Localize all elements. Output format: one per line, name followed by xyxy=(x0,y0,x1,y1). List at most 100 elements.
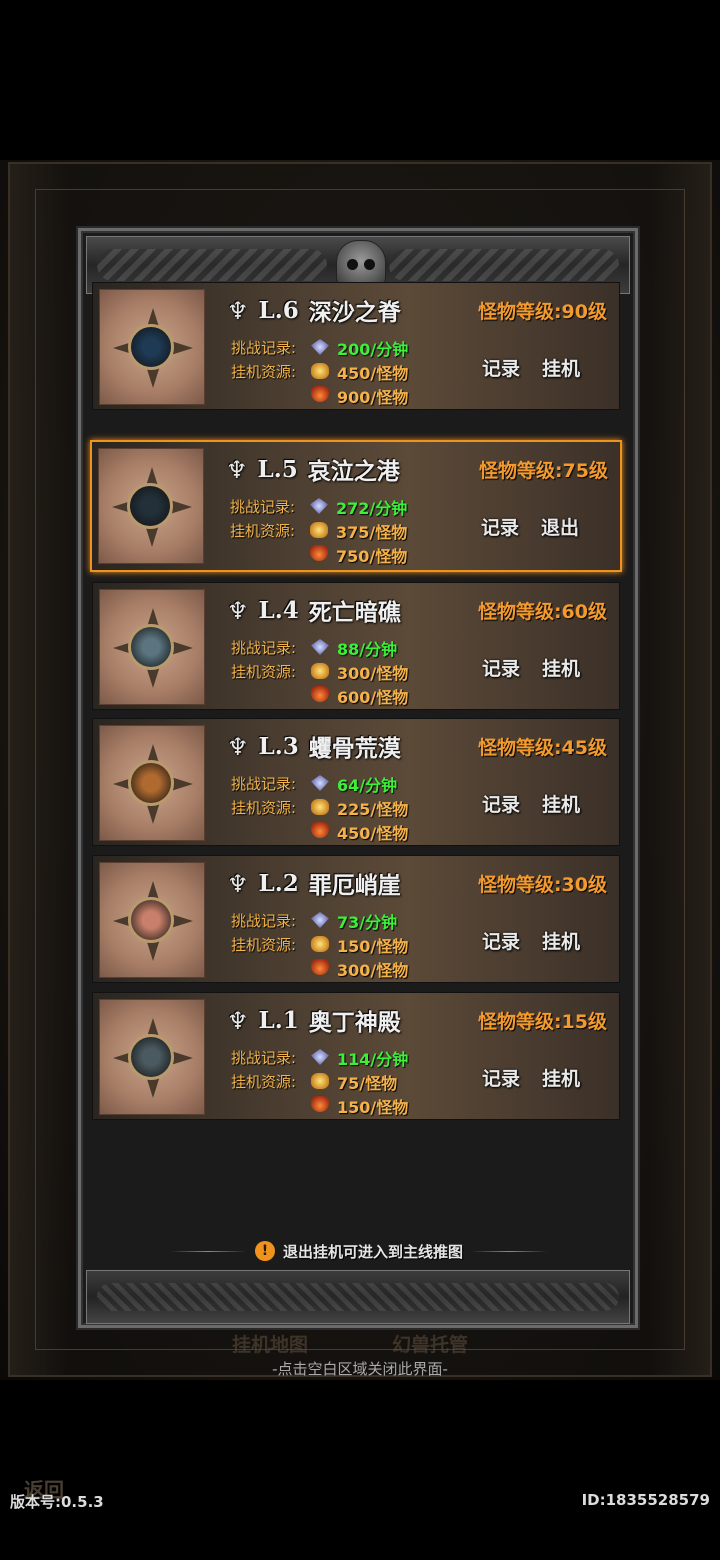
record-button[interactable]: 记录 xyxy=(473,924,529,956)
map-row: ♆ L.2 罪厄峭崖 怪物等级:30级 挑战记录: 73/分钟 挂机资源: 15… xyxy=(92,855,620,983)
map-level: L.4 xyxy=(258,596,299,624)
monster-level: 怪物等级:60级 xyxy=(477,601,607,623)
gold-rate: 150/怪物 xyxy=(337,937,409,956)
cross-icon: ♆ xyxy=(227,295,249,325)
record-button[interactable]: 记录 xyxy=(473,787,529,819)
exclamation-icon: ! xyxy=(255,1241,275,1261)
cross-icon: ♆ xyxy=(226,454,248,484)
monster-level: 怪物等级:30级 xyxy=(477,874,607,896)
map-title: ♆ L.1 奥丁神殿 xyxy=(227,1003,401,1037)
map-name: 深沙之脊 xyxy=(308,299,401,326)
item-bag-icon xyxy=(311,1096,329,1112)
crystal-icon xyxy=(311,339,329,355)
idle-resource-label: 挂机资源: xyxy=(230,522,296,540)
gold-icon xyxy=(311,363,329,379)
gold-rate: 75/怪物 xyxy=(337,1074,398,1093)
map-gem-icon xyxy=(128,1034,174,1080)
crystal-icon xyxy=(311,1049,329,1065)
cross-icon: ♆ xyxy=(227,868,249,898)
map-level: L.1 xyxy=(258,1006,299,1034)
map-title: ♆ L.5 哀泣之港 xyxy=(226,452,400,486)
crystal-icon xyxy=(311,775,329,791)
challenge-record-label: 挑战记录: xyxy=(230,498,296,516)
map-gem-icon xyxy=(128,324,174,370)
panel-footer xyxy=(86,1270,630,1324)
map-title: ♆ L.2 罪厄峭崖 xyxy=(227,866,401,900)
crystal-icon xyxy=(311,639,329,655)
map-row: ♆ L.3 蠼骨荒漠 怪物等级:45级 挑战记录: 64/分钟 挂机资源: 22… xyxy=(92,718,620,846)
idle-resource-label: 挂机资源: xyxy=(231,663,297,681)
challenge-record-label: 挑战记录: xyxy=(231,1049,297,1067)
map-row: ♆ L.1 奥丁神殿 怪物等级:15级 挑战记录: 114/分钟 挂机资源: 7… xyxy=(92,992,620,1120)
idle-button[interactable]: 挂机 xyxy=(533,924,589,956)
map-name: 蠼骨荒漠 xyxy=(308,735,401,762)
map-thumbnail xyxy=(99,289,205,405)
map-name: 罪厄峭崖 xyxy=(308,872,401,899)
map-gem-icon xyxy=(128,624,174,670)
map-name: 奥丁神殿 xyxy=(308,1009,401,1036)
map-gem-icon xyxy=(128,760,174,806)
challenge-record-label: 挑战记录: xyxy=(231,912,297,930)
record-button[interactable]: 记录 xyxy=(473,1061,529,1093)
hint-bar: ! 退出挂机可进入到主线推图 xyxy=(170,1238,549,1264)
map-thumbnail xyxy=(99,725,205,841)
challenge-rate: 64/分钟 xyxy=(337,776,398,795)
gold-rate: 225/怪物 xyxy=(337,800,409,819)
hint-text: 退出挂机可进入到主线推图 xyxy=(283,1242,464,1261)
gold-rate: 300/怪物 xyxy=(337,664,409,683)
map-title: ♆ L.6 深沙之脊 xyxy=(227,293,401,327)
idle-button[interactable]: 挂机 xyxy=(533,1061,589,1093)
map-gem-icon xyxy=(128,897,174,943)
map-thumbnail xyxy=(98,448,204,564)
cross-icon: ♆ xyxy=(227,731,249,761)
item-rate: 600/怪物 xyxy=(337,688,409,707)
monster-level: 怪物等级:45级 xyxy=(477,737,607,759)
header-ornament-right xyxy=(389,249,619,281)
gold-icon xyxy=(310,522,328,538)
map-title: ♆ L.3 蠼骨荒漠 xyxy=(227,729,401,763)
challenge-rate: 200/分钟 xyxy=(337,340,409,359)
item-bag-icon xyxy=(311,822,329,838)
map-level: L.5 xyxy=(257,455,298,483)
gold-rate: 450/怪物 xyxy=(337,364,409,383)
close-hint: -点击空白区域关闭此界面- xyxy=(272,1360,448,1378)
item-rate: 300/怪物 xyxy=(337,961,409,980)
idle-button[interactable]: 挂机 xyxy=(533,651,589,683)
map-row: ♆ L.4 死亡暗礁 怪物等级:60级 挑战记录: 88/分钟 挂机资源: 30… xyxy=(92,582,620,710)
item-rate: 900/怪物 xyxy=(337,388,409,407)
map-thumbnail xyxy=(99,862,205,978)
monster-level: 怪物等级:75级 xyxy=(478,460,608,482)
cross-icon: ♆ xyxy=(227,1005,249,1035)
map-thumbnail xyxy=(99,589,205,705)
idle-resource-label: 挂机资源: xyxy=(231,799,297,817)
header-ornament-left xyxy=(97,249,327,281)
map-level: L.6 xyxy=(258,296,299,324)
record-button[interactable]: 记录 xyxy=(472,510,528,542)
idle-button[interactable]: 挂机 xyxy=(533,351,589,383)
challenge-record-label: 挑战记录: xyxy=(231,639,297,657)
item-rate: 450/怪物 xyxy=(337,824,409,843)
map-name: 哀泣之港 xyxy=(307,458,400,485)
item-bag-icon xyxy=(311,686,329,702)
hint-divider-right xyxy=(471,1250,549,1252)
gold-icon xyxy=(311,1073,329,1089)
map-row: ♆ L.5 哀泣之港 怪物等级:75级 挑战记录: 272/分钟 挂机资源: 3… xyxy=(90,440,622,572)
hint-divider-left xyxy=(170,1250,247,1252)
map-level: L.3 xyxy=(258,732,299,760)
item-rate: 750/怪物 xyxy=(336,547,408,566)
item-bag-icon xyxy=(311,959,329,975)
map-level: L.2 xyxy=(258,869,299,897)
gold-icon xyxy=(311,799,329,815)
idle-button[interactable]: 挂机 xyxy=(533,787,589,819)
item-rate: 150/怪物 xyxy=(337,1098,409,1117)
map-name: 死亡暗礁 xyxy=(308,599,401,626)
crystal-icon xyxy=(311,912,329,928)
gold-icon xyxy=(311,936,329,952)
idle-resource-label: 挂机资源: xyxy=(231,363,297,381)
idle-resource-label: 挂机资源: xyxy=(231,1073,297,1091)
challenge-rate: 272/分钟 xyxy=(336,499,408,518)
record-button[interactable]: 记录 xyxy=(473,351,529,383)
record-button[interactable]: 记录 xyxy=(473,651,529,683)
map-thumbnail xyxy=(99,999,205,1115)
exit-button[interactable]: 退出 xyxy=(532,510,588,542)
